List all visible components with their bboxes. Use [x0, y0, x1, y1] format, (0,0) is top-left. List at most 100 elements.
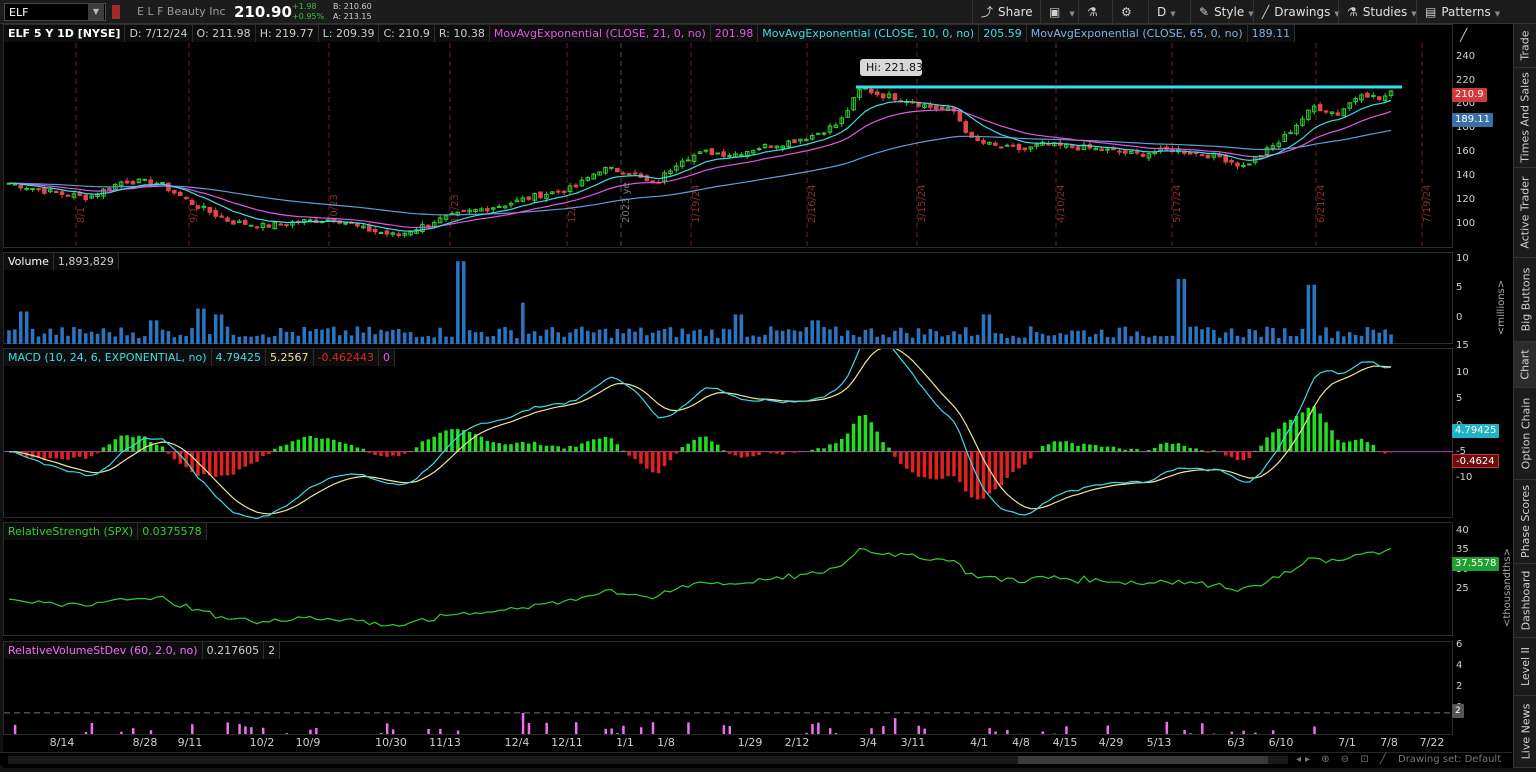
drawing-set-label[interactable]: Drawing set: Default — [1398, 753, 1501, 767]
chart-symbol-label[interactable]: ELF 5 Y 1D [NYSE] — [4, 25, 126, 42]
macd-histogram-bar — [1300, 412, 1305, 452]
rvs-bar — [84, 731, 88, 734]
candle-body — [142, 178, 148, 181]
time-scrollbar-thumb[interactable] — [1018, 756, 1268, 764]
macd-label[interactable]: MACD (10, 24, 6, EXPONENTIAL, no) — [4, 349, 212, 366]
macd-histogram-bar — [1294, 416, 1299, 452]
macd-pane[interactable]: MACD (10, 24, 6, EXPONENTIAL, no) 4.7942… — [3, 348, 1454, 519]
zoom-controls[interactable]: ◂▸ ⊕ ⊖ ⊡ ╱ — [1296, 753, 1390, 767]
rs-label[interactable]: RelativeStrength (SPX) — [4, 523, 139, 540]
sidebar-tab-times-and-sales[interactable]: Times And Sales — [1514, 68, 1536, 168]
volume-bar — [485, 336, 490, 344]
sidebar-tab-active-trader[interactable]: Active Trader — [1514, 168, 1536, 258]
price-pane[interactable]: 8/1 9/13 10/23 11/23 12/2023 ye 1/19/24 2/16/2… — [3, 24, 1454, 249]
chart-bottom-bar: ◂▸ ⊕ ⊖ ⊡ ╱ Drawing set: Default — [0, 752, 1512, 766]
volume-bar — [1229, 328, 1234, 344]
share-label: Share — [998, 5, 1033, 19]
drawing-tool-icon[interactable]: ╱ — [1460, 28, 1472, 42]
volume-bar — [721, 328, 726, 344]
timeframe-button[interactable]: D ▼ — [1148, 0, 1184, 24]
sidebar-tab-dashboard[interactable]: Dashboard — [1514, 564, 1536, 638]
volume-bar — [804, 327, 809, 344]
relative-strength-pane[interactable]: RelativeStrength (SPX) 0.0375578 — [3, 522, 1453, 636]
date-axis[interactable]: 8/14 8/28 9/11 10/2 10/9 10/30 11/13 12/4 12/11 1… — [3, 736, 1453, 750]
patterns-button[interactable]: ▤ Patterns ▼ — [1416, 0, 1508, 24]
ema65-label[interactable]: MovAvgExponential (CLOSE, 65, 0, no) — [1026, 25, 1248, 42]
volume-bar — [450, 336, 454, 344]
volume-bar — [1223, 332, 1228, 344]
ema10-value: 205.59 — [979, 25, 1027, 42]
candle-body — [998, 146, 1004, 149]
rvs-bar — [870, 728, 873, 734]
relative-strength-chart[interactable] — [4, 523, 1454, 637]
sidebar-tab-big-buttons[interactable]: Big Buttons — [1514, 258, 1536, 342]
volume-bar — [379, 329, 383, 344]
macd-histogram-bar — [869, 422, 874, 452]
macd-histogram-bar — [296, 439, 301, 452]
ema21-label[interactable]: MovAvgExponential (CLOSE, 21, 0, no) — [489, 25, 711, 42]
lab-button[interactable]: ⚗ — [1078, 0, 1111, 24]
candle-body — [18, 184, 24, 189]
price-pane-header: ELF 5 Y 1D [NYSE] D: 7/12/24 O: 211.98 H… — [4, 25, 1296, 42]
symbol-link-flag-icon[interactable] — [112, 5, 120, 19]
volume-bar — [1170, 335, 1175, 344]
rvs-bar — [817, 722, 820, 734]
volume-bar — [834, 326, 838, 344]
macd-zero: 0 — [379, 349, 395, 366]
sidebar-tab-option-chain[interactable]: Option Chain — [1514, 388, 1536, 480]
ema10-label[interactable]: MovAvgExponential (CLOSE, 10, 0, no) — [758, 25, 980, 42]
style-button[interactable]: ✎ Style ▼ — [1190, 0, 1262, 24]
earnings-date-label: 11/23 — [450, 194, 461, 223]
macd-histogram-bar — [1235, 451, 1240, 460]
macd-diff: -0.462443 — [313, 349, 379, 366]
patterns-icon: ▤ — [1425, 5, 1437, 19]
sidebar-tab-chart[interactable]: Chart — [1514, 342, 1536, 388]
rvs-threshold: 2 — [264, 642, 281, 659]
macd-histogram-bar — [509, 444, 513, 452]
rvs-bar — [1183, 729, 1186, 734]
relative-volume-pane[interactable]: RelativeVolumeStDev (60, 2.0, no) 0.2176… — [3, 641, 1454, 735]
macd-histogram-bar — [1324, 422, 1328, 452]
macd-histogram-bar — [207, 451, 212, 476]
settings-button[interactable]: ⚙ — [1112, 0, 1145, 24]
share-button[interactable]: ⤴ Share — [972, 0, 1041, 24]
snapshot-button[interactable]: ▣ ▼ — [1040, 0, 1083, 24]
volume-bar — [337, 335, 342, 344]
symbol-dropdown-icon[interactable]: ▼ — [88, 4, 104, 20]
macd-histogram-bar — [284, 444, 289, 452]
price-chart[interactable]: 8/1 9/13 10/23 11/23 12/2023 ye 1/19/24 2/16/2… — [4, 25, 1454, 249]
volume-bar — [284, 331, 289, 344]
candle-body — [213, 209, 218, 217]
macd-histogram-bar — [1206, 451, 1210, 453]
macd-chart[interactable] — [4, 349, 1454, 519]
date-axis-tick: 12/4 — [504, 736, 530, 749]
macd-histogram-bar — [946, 451, 950, 477]
volume-chart[interactable] — [4, 253, 1454, 345]
macd-histogram-bar — [1153, 448, 1157, 452]
studies-button[interactable]: ⚗ Studies ▼ — [1338, 0, 1425, 24]
volume-pane[interactable]: Volume 1,893,829 — [3, 252, 1453, 344]
macd-histogram-bar — [698, 437, 702, 452]
macd-histogram-bar — [828, 444, 832, 452]
sidebar-tab-phase-scores[interactable]: Phase Scores — [1514, 480, 1536, 564]
bar-date: D: 7/12/24 — [125, 25, 193, 42]
rvs-label[interactable]: RelativeVolumeStDev (60, 2.0, no) — [4, 642, 203, 659]
volume-bar — [160, 329, 165, 344]
date-axis-tick: 10/2 — [249, 736, 275, 749]
macd-histogram-bar — [650, 451, 655, 473]
volume-bar — [213, 314, 218, 344]
volume-bar — [72, 327, 76, 344]
rvs-bar — [1065, 726, 1068, 734]
macd-histogram-bar — [881, 442, 885, 452]
sidebar-tab-level-ii[interactable]: Level II — [1514, 638, 1536, 696]
sidebar-tab-live-news[interactable]: Live News — [1514, 696, 1536, 768]
drawings-button[interactable]: ╱ Drawings ▼ — [1253, 0, 1348, 24]
candle-body — [355, 223, 360, 227]
volume-bar — [36, 336, 41, 344]
macd-histogram-bar — [1170, 443, 1175, 452]
sidebar-tab-trade[interactable]: Trade — [1514, 24, 1536, 68]
macd-histogram-bar — [521, 441, 525, 452]
volume-label[interactable]: Volume — [4, 253, 54, 270]
macd-histogram-bar — [60, 451, 64, 460]
chart-area[interactable]: 8/1 9/13 10/23 11/23 12/2023 ye 1/19/24 2/16/2… — [3, 24, 1454, 768]
